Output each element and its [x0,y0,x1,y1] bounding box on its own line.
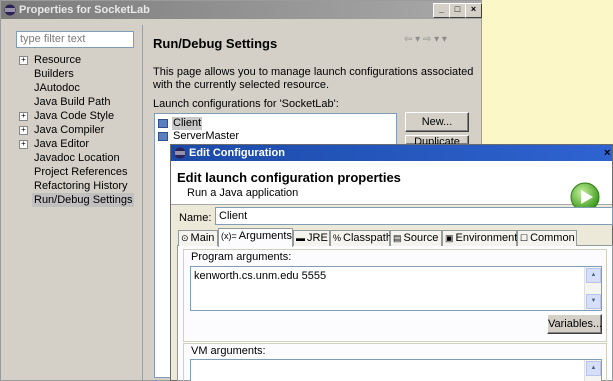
program-arguments-label: Program arguments: [191,251,292,263]
jre-tab-icon: ▬ [296,233,305,243]
arguments-tab-icon: (x)= [221,231,237,241]
tab-label: Common [530,232,575,244]
launch-config-label: Launch configurations for 'SocketLab': [153,98,339,110]
launch-config-label: Client [172,117,203,130]
vertical-scrollbar[interactable]: ▲ [584,360,601,381]
new-button[interactable]: New... [405,112,469,132]
scroll-up-icon[interactable]: ▲ [586,268,601,283]
scroll-down-icon[interactable]: ▼ [586,294,601,309]
page-description: This page allows you to manage launch co… [153,66,474,91]
dialog-header-title: Edit launch configuration properties [177,170,401,185]
tree-item-label: Refactoring History [34,180,128,192]
vm-arguments-label: VM arguments: [191,345,266,357]
program-arguments-value: kenworth.cs.unm.edu 5555 [194,270,327,282]
properties-title-bar[interactable]: Properties for SocketLab _ □ × [1,1,482,19]
tree-item-label: Java Editor [34,138,90,150]
tree-item-label: JAutodoc [34,82,80,94]
expand-icon[interactable]: + [19,126,28,135]
environment-tab-icon: ▣ [445,233,454,243]
tab-label: Source [403,232,439,244]
tree-item-label: Javadoc Location [34,152,120,164]
tree-item-label: Resource [34,54,82,66]
page-title: Run/Debug Settings [153,36,278,51]
java-app-icon [158,132,168,141]
tree-item-label: Project References [34,166,128,178]
tab-label: Classpath [343,232,392,244]
edit-title-bar[interactable]: Edit Configuration × [171,145,612,161]
config-tabs: ⊙ Main (x)= Arguments ▬ JRE% Classpath ▤ Source ▣… [177,228,613,247]
java-app-icon [158,119,168,128]
dialog-header-subtitle: Run a Java application [187,187,299,199]
tree-item-label: Builders [34,68,74,80]
edit-title: Edit Configuration [189,147,285,159]
tree-item-label: Java Code Style [34,110,115,122]
tab-label: Environment [455,232,518,244]
close-button[interactable]: × [465,3,482,18]
source-tab-icon: ▤ [393,233,402,243]
minimize-button[interactable]: _ [433,3,450,18]
expand-icon[interactable]: + [19,140,28,149]
filter-input[interactable]: type filter text [16,31,134,48]
main-tab-icon: ⊙ [181,233,189,243]
name-label: Name: [179,212,212,224]
variables-button[interactable]: Variables... [547,314,602,334]
tab-label: Arguments [238,230,292,242]
vertical-scrollbar[interactable]: ▲ ▼ [584,267,601,310]
tab-classpath[interactable]: % Classpath [330,230,392,246]
classpath-tab-icon: % [333,233,342,243]
tree-item-label: Java Compiler [34,124,105,136]
tab-main[interactable]: ⊙ Main [178,230,218,246]
dialog-header: Edit launch configuration properties Run… [171,161,612,212]
eclipse-icon [174,147,186,159]
tab-arguments[interactable]: (x)= Arguments [218,228,293,247]
close-icon[interactable]: × [604,145,612,161]
expand-icon[interactable]: + [19,112,28,121]
tab-jre[interactable]: ▬ JRE [293,230,330,246]
maximize-button[interactable]: □ [449,3,466,18]
tab-label: Main [190,232,215,244]
tab-label: JRE [307,232,328,244]
vm-arguments-textarea[interactable]: ▲ [190,359,602,381]
tab-source[interactable]: ▤ Source [390,230,442,246]
tree-item-label: Run/Debug Settings [32,193,135,207]
scroll-up-icon[interactable]: ▲ [586,361,601,376]
expand-icon[interactable]: + [19,56,28,65]
properties-title: Properties for SocketLab [19,4,150,16]
common-tab-icon: ☐ [520,233,529,243]
eclipse-icon [4,4,16,16]
tab-environment[interactable]: ▣ Environment [442,230,517,246]
launch-config-label: ServerMaster [173,130,240,142]
tab-common[interactable]: ☐ Common [517,230,577,246]
name-field[interactable]: Client [215,207,613,225]
navigation-arrows[interactable]: ⇦ ▾ ⇨ ▾ ▾ [404,34,476,46]
tree-item-label: Java Build Path [34,96,111,108]
